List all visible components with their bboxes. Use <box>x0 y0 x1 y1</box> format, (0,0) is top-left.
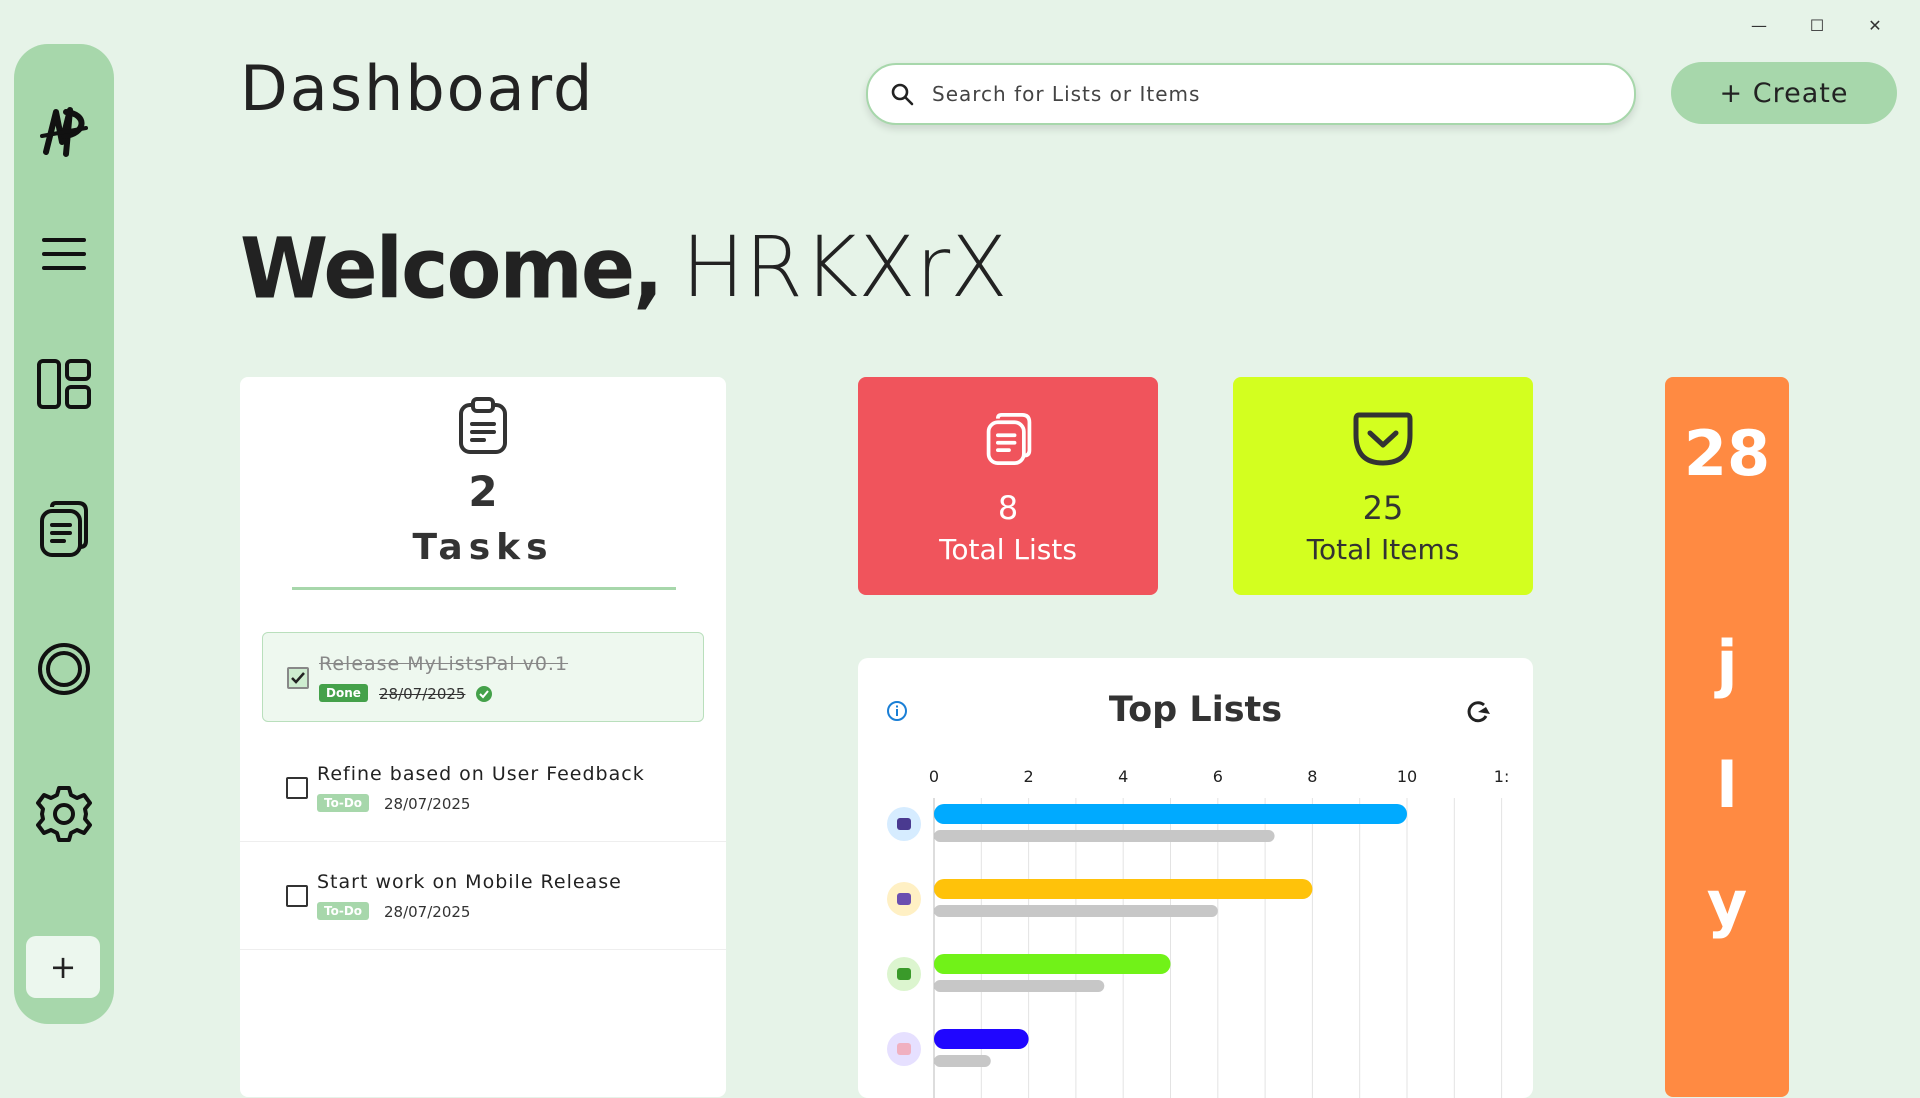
bar-secondary <box>934 980 1105 992</box>
tick-label: 6 <box>1213 767 1223 786</box>
icon-glyph <box>897 893 911 905</box>
window-controls: — ☐ ✕ <box>1730 12 1904 38</box>
welcome-heading: Welcome, HRKXrX <box>240 218 1008 318</box>
task-title: Start work on Mobile Release <box>317 871 622 893</box>
tick-label: 0 <box>929 767 939 786</box>
tick-label: 8 <box>1307 767 1317 786</box>
tasks-count: 2 <box>468 467 498 516</box>
clipboard-icon <box>459 397 507 454</box>
search-icon <box>891 83 914 106</box>
total-lists-value: 8 <box>997 489 1019 527</box>
tasks-card: 2 Tasks Release MyListsPal v0.1 Done 28/… <box>240 377 726 1097</box>
sidebar-item-menu[interactable] <box>14 224 114 284</box>
tick-label: 10 <box>1397 767 1417 786</box>
tasks-divider <box>292 587 676 590</box>
sidebar: + <box>14 44 114 1024</box>
tasks-header: 2 Tasks <box>240 377 726 590</box>
search-bar[interactable] <box>866 63 1636 125</box>
bar-secondary <box>934 1055 991 1067</box>
bar-primary <box>934 879 1313 899</box>
bar-secondary <box>934 830 1275 842</box>
top-lists-card: Top Lists 0 2 4 6 8 10 1: <box>858 658 1533 1098</box>
close-button[interactable]: ✕ <box>1846 12 1904 38</box>
pocket-icon <box>1353 412 1413 466</box>
total-items-label: Total Items <box>1306 533 1460 566</box>
total-lists-label: Total Lists <box>939 533 1077 566</box>
task-checkbox[interactable] <box>286 885 308 907</box>
month-char: y <box>1706 867 1748 940</box>
tick-label: 1: <box>1494 767 1510 786</box>
total-items-card[interactable]: 25 Total Items <box>1233 377 1533 595</box>
lists-icon <box>40 501 88 557</box>
sidebar-item-lists[interactable] <box>14 494 114 564</box>
gear-icon <box>36 786 92 842</box>
status-badge: To-Do <box>317 902 370 920</box>
task-item[interactable]: Start work on Mobile Release To-Do 28/07… <box>240 841 726 950</box>
total-lists-card[interactable]: 8 Total Lists <box>858 377 1158 595</box>
maximize-button[interactable]: ☐ <box>1788 12 1846 38</box>
month-char: j <box>1716 627 1738 700</box>
task-item[interactable]: Refine based on User Feedback To-Do 28/0… <box>240 733 726 842</box>
create-button[interactable]: + Create <box>1671 62 1897 124</box>
hamburger-icon <box>42 238 86 270</box>
status-badge: To-Do <box>317 794 370 812</box>
lists-icon <box>986 413 1032 465</box>
status-badge: Done <box>319 684 368 702</box>
check-icon <box>291 672 305 684</box>
task-checkbox[interactable] <box>286 777 308 799</box>
month-char: l <box>1716 749 1738 822</box>
tick-label: 2 <box>1024 767 1034 786</box>
bar-primary <box>934 954 1171 974</box>
task-date: 28/07/2025 <box>384 795 471 813</box>
tasks-label: Tasks <box>412 527 554 568</box>
top-lists-chart: 0 2 4 6 8 10 1: <box>887 767 1510 1098</box>
welcome-greeting: Welcome, <box>240 219 663 318</box>
task-date: 28/07/2025 <box>379 685 466 703</box>
bar-primary <box>934 804 1407 824</box>
tick-label: 4 <box>1118 767 1128 786</box>
icon-glyph <box>897 1043 911 1055</box>
circle-icon <box>38 643 90 695</box>
search-input[interactable] <box>930 81 1634 107</box>
task-title: Release MyListsPal v0.1 <box>319 653 569 675</box>
date-card: 28 j l y <box>1665 377 1789 1097</box>
total-items-value: 25 <box>1362 489 1404 527</box>
logo-icon[interactable] <box>14 92 114 182</box>
add-list-button[interactable]: + <box>26 936 100 998</box>
task-date: 28/07/2025 <box>384 903 471 921</box>
bar-secondary <box>934 905 1218 917</box>
sidebar-item-circle[interactable] <box>14 634 114 704</box>
task-title: Refine based on User Feedback <box>317 763 645 785</box>
dashboard-icon <box>37 359 91 409</box>
welcome-username: HRKXrX <box>681 218 1008 316</box>
icon-glyph <box>897 968 911 980</box>
minimize-button[interactable]: — <box>1730 12 1788 38</box>
sidebar-item-dashboard[interactable] <box>14 354 114 414</box>
page-title: Dashboard <box>240 52 595 125</box>
bar-primary <box>934 1029 1029 1049</box>
icon-glyph <box>897 818 911 830</box>
check-circle-icon <box>476 686 492 702</box>
date-day: 28 <box>1683 417 1771 490</box>
task-checkbox[interactable] <box>287 667 309 689</box>
task-item[interactable]: Release MyListsPal v0.1 Done 28/07/2025 <box>262 632 704 722</box>
sidebar-item-settings[interactable] <box>14 779 114 849</box>
